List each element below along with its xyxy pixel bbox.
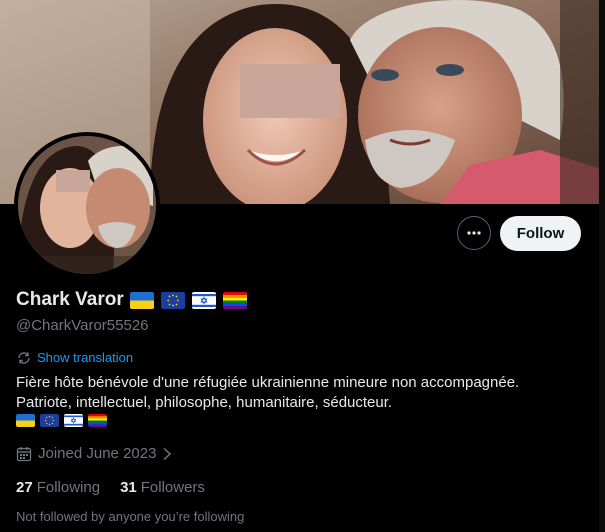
profile-bio: Fière hôte bénévole d'une réfugiée ukrai… <box>16 373 596 413</box>
profile-handle: @CharkVaror55526 <box>16 317 149 334</box>
scrollbar[interactable] <box>599 0 605 532</box>
followers-count: 31 <box>120 479 137 496</box>
eu-flag-icon <box>40 414 59 427</box>
bio-line-1: Fière hôte bénévole d'une réfugiée ukrai… <box>16 374 520 391</box>
bio-flags <box>16 414 112 427</box>
more-horizontal-icon <box>467 231 481 235</box>
following-link[interactable]: 27 Following <box>16 479 100 496</box>
translate-icon <box>18 351 30 364</box>
profile-avatar[interactable] <box>14 132 160 278</box>
show-translation-label: Show translation <box>37 350 134 365</box>
not-followed-notice: Not followed by anyone you’re following <box>16 509 245 524</box>
joined-date[interactable]: Joined June 2023 <box>16 445 178 462</box>
israel-flag-icon <box>191 291 216 309</box>
bio-line-2: Patriote, intellectuel, philosophe, huma… <box>16 394 393 411</box>
avatar-photo <box>18 136 156 274</box>
joined-label: Joined June 2023 <box>38 445 157 462</box>
more-options-button[interactable] <box>457 216 491 250</box>
followers-label: Followers <box>140 479 205 496</box>
rainbow-flag-icon <box>222 291 247 309</box>
rainbow-flag-icon <box>88 414 107 427</box>
ukraine-flag-icon <box>16 414 35 427</box>
ukraine-flag-icon <box>129 291 154 309</box>
profile-name-row: Chark Varor <box>16 289 254 311</box>
follow-counts: 27 Following 31 Followers <box>16 479 225 496</box>
follow-button[interactable]: Follow <box>500 216 581 251</box>
eu-flag-icon <box>160 291 185 309</box>
israel-flag-icon <box>64 414 83 427</box>
following-count: 27 <box>16 479 33 496</box>
display-name: Chark Varor <box>16 289 124 310</box>
followers-link[interactable]: 31 Followers <box>120 479 205 496</box>
calendar-icon <box>16 446 32 461</box>
show-translation-link[interactable]: Show translation <box>17 350 133 365</box>
following-label: Following <box>36 479 101 496</box>
chevron-right-icon <box>163 447 172 460</box>
